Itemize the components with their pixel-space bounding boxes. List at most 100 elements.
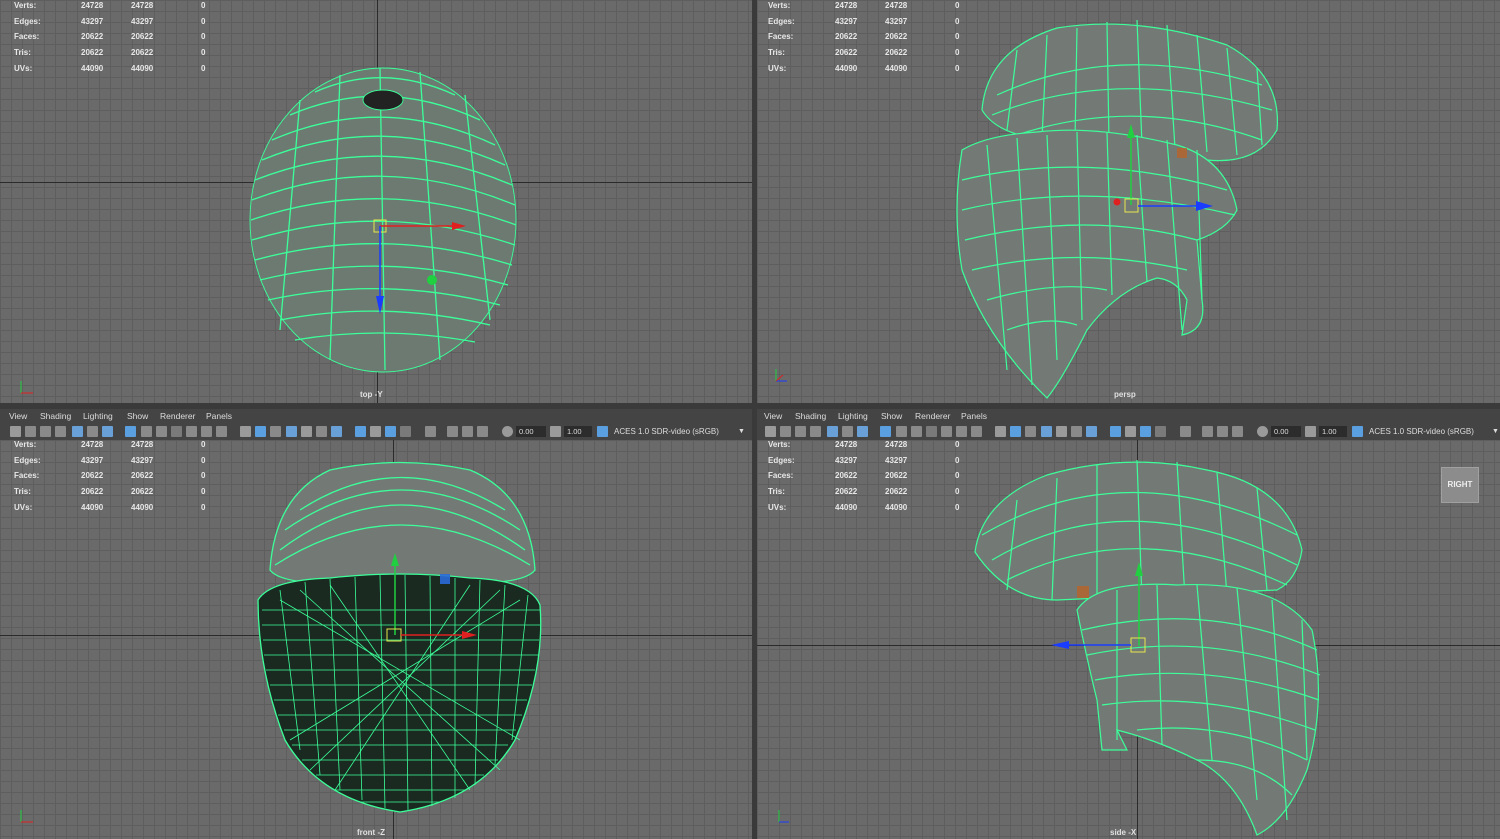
chevron-down-icon[interactable]: ▼ (1492, 426, 1499, 437)
gamma-field[interactable]: 1.00 (564, 426, 592, 437)
grease-pencil-edit-icon[interactable] (102, 426, 113, 437)
smooth-shade-icon[interactable] (255, 426, 266, 437)
gamma-icon[interactable] (1305, 426, 1316, 437)
colorspace-label[interactable]: ACES 1.0 SDR-video (sRGB) (1369, 426, 1474, 437)
axis-indicator-icon (778, 810, 789, 823)
menu-panels[interactable]: Panels (206, 411, 232, 421)
wireframe-icon[interactable] (995, 426, 1006, 437)
hair-mesh-top[interactable] (0, 0, 752, 403)
grid-icon[interactable] (125, 426, 136, 437)
anti-alias-icon[interactable] (1232, 426, 1243, 437)
screen-space-ao-icon[interactable] (331, 426, 342, 437)
default-material-icon[interactable] (1025, 426, 1036, 437)
camera-icon[interactable] (10, 426, 21, 437)
image-plane-icon[interactable] (55, 426, 66, 437)
menu-show[interactable]: Show (127, 411, 148, 421)
film-gate-icon[interactable] (896, 426, 907, 437)
2d-pan-zoom-icon[interactable] (827, 426, 838, 437)
move-manipulator-icon[interactable] (380, 548, 490, 653)
textured-icon[interactable] (1041, 426, 1052, 437)
smooth-shade-icon[interactable] (1010, 426, 1021, 437)
menu-view[interactable]: View (9, 411, 27, 421)
color-management-icon[interactable] (1352, 426, 1363, 437)
film-gate-icon[interactable] (141, 426, 152, 437)
select-icon[interactable] (1180, 426, 1191, 437)
motion-blur-icon[interactable] (1217, 426, 1228, 437)
textured-icon[interactable] (286, 426, 297, 437)
isolate-select-icon[interactable] (1110, 426, 1121, 437)
xray-components-icon[interactable] (400, 426, 411, 437)
menu-lighting[interactable]: Lighting (83, 411, 113, 421)
shadows-icon[interactable] (316, 426, 327, 437)
menu-view[interactable]: View (764, 411, 782, 421)
exposure-icon[interactable] (502, 426, 513, 437)
grease-pencil-edit-icon[interactable] (857, 426, 868, 437)
chevron-down-icon[interactable]: ▼ (738, 426, 745, 437)
menu-shading[interactable]: Shading (795, 411, 826, 421)
safe-action-icon[interactable] (956, 426, 967, 437)
bookmark-icon[interactable] (40, 426, 51, 437)
select-icon[interactable] (425, 426, 436, 437)
menu-renderer[interactable]: Renderer (160, 411, 195, 421)
viewport-front[interactable]: Verts: 24728 24728 0 Edges: 43297 43297 0 Face… (0, 440, 752, 839)
viewport-side[interactable]: Verts: 24728 24728 0 Edges: 43297 43297 0 Face… (757, 440, 1500, 839)
gate-mask-icon[interactable] (926, 426, 937, 437)
menu-lighting[interactable]: Lighting (838, 411, 868, 421)
camera-label: top -Y (360, 390, 383, 399)
exposure-field[interactable]: 0.00 (1271, 426, 1301, 437)
xray-joints-icon[interactable] (1140, 426, 1151, 437)
viewport-top[interactable]: Verts: 24728 24728 0 Edges: 43297 43297 0 Face… (0, 0, 752, 403)
xray-icon[interactable] (370, 426, 381, 437)
axis-indicator-icon (775, 369, 787, 382)
camera-attributes-icon[interactable] (25, 426, 36, 437)
field-chart-icon[interactable] (941, 426, 952, 437)
move-manipulator-icon[interactable] (372, 218, 472, 323)
hair-mesh-front[interactable] (0, 440, 752, 839)
gamma-field[interactable]: 1.00 (1319, 426, 1347, 437)
depth-of-field-icon[interactable] (447, 426, 458, 437)
camera-attributes-icon[interactable] (780, 426, 791, 437)
exposure-icon[interactable] (1257, 426, 1268, 437)
motion-blur-icon[interactable] (462, 426, 473, 437)
grease-pencil-icon[interactable] (842, 426, 853, 437)
bookmark-icon[interactable] (795, 426, 806, 437)
viewport-persp[interactable]: Verts: 24728 24728 0 Edges: 43297 43297 0 Face… (757, 0, 1500, 403)
xray-joints-icon[interactable] (385, 426, 396, 437)
image-plane-icon[interactable] (810, 426, 821, 437)
gamma-icon[interactable] (550, 426, 561, 437)
grid-icon[interactable] (880, 426, 891, 437)
isolate-select-icon[interactable] (355, 426, 366, 437)
safe-action-icon[interactable] (201, 426, 212, 437)
screen-space-ao-icon[interactable] (1086, 426, 1097, 437)
menu-panels[interactable]: Panels (961, 411, 987, 421)
exposure-field[interactable]: 0.00 (516, 426, 546, 437)
anti-alias-icon[interactable] (477, 426, 488, 437)
resolution-gate-icon[interactable] (156, 426, 167, 437)
default-material-icon[interactable] (270, 426, 281, 437)
camera-label: front -Z (357, 828, 385, 837)
field-chart-icon[interactable] (186, 426, 197, 437)
panel-toolbar: 0.00 1.00 ACES 1.0 SDR-video (sRGB) ▼ (757, 424, 1500, 440)
safe-title-icon[interactable] (216, 426, 227, 437)
color-management-icon[interactable] (597, 426, 608, 437)
resolution-gate-icon[interactable] (911, 426, 922, 437)
xray-components-icon[interactable] (1155, 426, 1166, 437)
wireframe-icon[interactable] (240, 426, 251, 437)
menu-renderer[interactable]: Renderer (915, 411, 950, 421)
menu-show[interactable]: Show (881, 411, 902, 421)
safe-title-icon[interactable] (971, 426, 982, 437)
grease-pencil-icon[interactable] (87, 426, 98, 437)
menu-shading[interactable]: Shading (40, 411, 71, 421)
move-manipulator-icon[interactable] (1112, 120, 1232, 225)
shadows-icon[interactable] (1071, 426, 1082, 437)
depth-of-field-icon[interactable] (1202, 426, 1213, 437)
use-all-lights-icon[interactable] (301, 426, 312, 437)
move-manipulator-icon[interactable] (1047, 558, 1157, 663)
xray-icon[interactable] (1125, 426, 1136, 437)
gate-mask-icon[interactable] (171, 426, 182, 437)
2d-pan-zoom-icon[interactable] (72, 426, 83, 437)
colorspace-label[interactable]: ACES 1.0 SDR-video (sRGB) (614, 426, 719, 437)
panel-menu-bar: View Shading Lighting Show Renderer Pane… (0, 409, 752, 423)
use-all-lights-icon[interactable] (1056, 426, 1067, 437)
camera-icon[interactable] (765, 426, 776, 437)
